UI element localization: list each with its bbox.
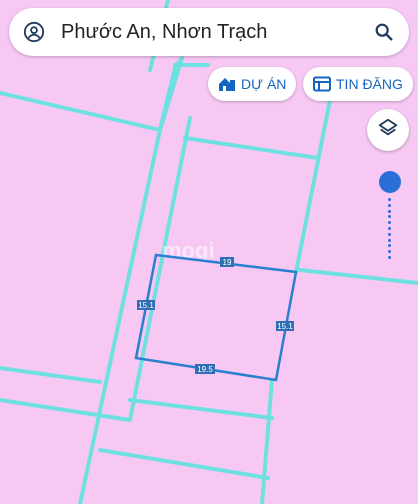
search-bar[interactable]: Phước An, Nhơn Trạch	[9, 8, 409, 56]
zoom-track-dot	[388, 256, 391, 259]
layers-button[interactable]	[367, 109, 409, 151]
svg-text:19: 19	[223, 258, 232, 267]
account-circle-icon[interactable]	[23, 21, 45, 43]
layers-icon	[377, 117, 399, 144]
project-house-icon	[218, 76, 236, 92]
zoom-slider-handle[interactable]	[379, 171, 401, 193]
zoom-track-dot	[388, 232, 391, 236]
svg-text:15.1: 15.1	[277, 322, 293, 331]
tin-dang-label: TIN ĐĂNG	[336, 76, 403, 92]
search-icon[interactable]	[373, 21, 395, 43]
dim-label-top: 19	[220, 257, 234, 267]
svg-text:15.1: 15.1	[138, 301, 154, 310]
dim-label-bottom: 19.5	[195, 364, 215, 374]
zoom-track-dot	[388, 227, 391, 230]
tin-dang-button[interactable]: TIN ĐĂNG	[303, 67, 413, 101]
dim-label-right: 15.1	[276, 321, 294, 331]
zoom-track-dot	[388, 203, 391, 207]
du-an-button[interactable]: DỰ ÁN	[208, 67, 297, 101]
du-an-label: DỰ ÁN	[241, 76, 287, 92]
zoom-track-dot	[388, 209, 391, 213]
svg-text:19.5: 19.5	[197, 365, 213, 374]
zoom-track-dot	[388, 238, 391, 242]
listing-board-icon	[313, 76, 331, 92]
zoom-track-dot	[388, 198, 391, 201]
dim-label-left: 15.1	[137, 300, 155, 310]
search-input[interactable]: Phước An, Nhơn Trạch	[61, 21, 373, 44]
